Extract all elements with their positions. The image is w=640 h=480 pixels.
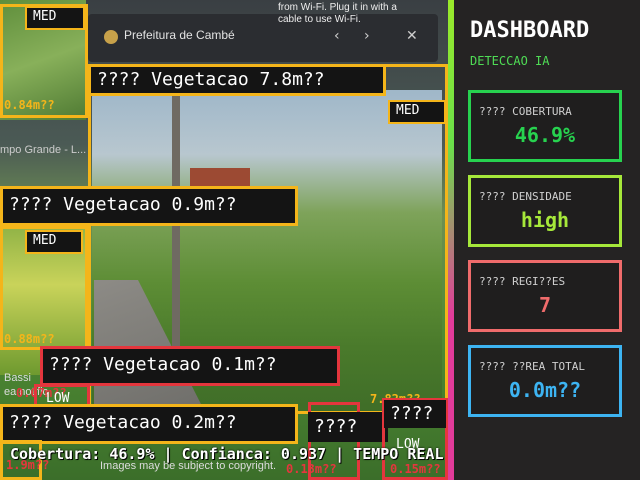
area-measure: 0.15m?? (390, 462, 441, 476)
detection-label: ???? Vegetacao 0.1m?? (40, 346, 340, 386)
dashboard-subtitle: DETECCAO IA (470, 54, 550, 68)
detection-label: ???? Vegetacao 0.2m?? (0, 404, 298, 444)
area-measure: 0.13m?? (286, 462, 337, 476)
area-measure: 0.84m?? (4, 98, 55, 112)
metric-label: ???? DENSIDADE (479, 190, 572, 203)
browser-tab-title: Prefeitura de Cambé (124, 28, 235, 42)
detection-label: ???? (384, 400, 446, 428)
wifi-hint-line-1: from Wi-Fi. Plug it in with a (278, 2, 397, 13)
chevron-left-icon: ‹ (334, 28, 340, 44)
metric-card-coverage: ???? COBERTURA 46.9% (468, 90, 622, 162)
metric-value: 0.0m?? (508, 378, 582, 402)
footer-text-2: Bassi (4, 372, 31, 384)
area-measure: 0.88m?? (4, 332, 55, 346)
detection-label: ???? Vegetacao 7.8m?? (88, 64, 386, 96)
wifi-hint: from Wi-Fi. Plug it in with a cable to u… (278, 2, 428, 26)
side-link-text: mpo Grande - L... (0, 144, 87, 156)
wifi-hint-line-2: cable to use Wi-Fi. (278, 14, 361, 25)
confidence-tag-med: MED (25, 230, 83, 254)
metric-value: high (520, 208, 570, 232)
chevron-right-icon: › (364, 28, 370, 44)
detection-label: ???? (308, 412, 388, 442)
status-bar-text: Cobertura: 46.9% | Confianca: 0.937 | TE… (10, 445, 444, 463)
confidence-tag-med: MED (388, 100, 446, 124)
metric-label: ???? COBERTURA (479, 105, 572, 118)
confidence-tag-med: MED (25, 6, 85, 30)
metric-value: 7 (538, 293, 552, 317)
camera-frame: mpo Grande - L... Prefeitura de Cambé ‹ … (0, 0, 454, 480)
metric-card-density: ???? DENSIDADE high (468, 175, 622, 247)
metric-card-regions: ???? REGI??ES 7 (468, 260, 622, 332)
dashboard-title: DASHBOARD (470, 18, 590, 43)
metric-label: ???? REGI??ES (479, 275, 566, 288)
metric-label: ???? ??REA TOTAL (479, 360, 585, 373)
site-favicon-icon (104, 30, 118, 44)
dashboard-panel: DASHBOARD DETECCAO IA ???? COBERTURA 46.… (454, 0, 640, 480)
detection-label: ???? Vegetacao 0.9m?? (0, 186, 298, 226)
metric-card-total-area: ???? ??REA TOTAL 0.0m?? (468, 345, 622, 417)
close-icon: ✕ (406, 28, 418, 44)
metric-value: 46.9% (514, 123, 576, 147)
